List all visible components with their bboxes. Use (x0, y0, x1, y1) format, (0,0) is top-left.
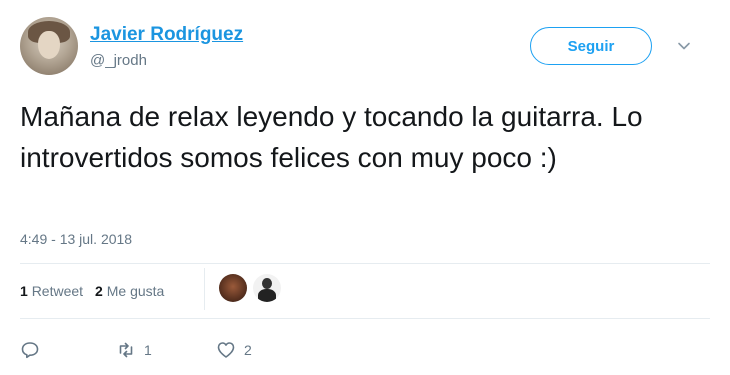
liker-avatar-head (262, 278, 272, 289)
retweet-stat-count: 1 (20, 283, 28, 299)
liker-avatar[interactable] (253, 274, 281, 302)
follow-button[interactable]: Seguir (530, 27, 652, 65)
reply-action[interactable] (20, 340, 40, 360)
retweet-stat[interactable]: 1 Retweet (20, 283, 83, 299)
like-stat[interactable]: 2 Me gusta (95, 283, 164, 299)
author-avatar[interactable] (20, 17, 78, 75)
retweet-action-count: 1 (144, 342, 152, 358)
like-action[interactable]: 2 (216, 340, 252, 360)
divider (20, 263, 710, 264)
author-handle: @_jrodh (90, 52, 147, 69)
divider (20, 318, 710, 319)
avatar-face (38, 31, 60, 59)
author-display-name[interactable]: Javier Rodríguez (90, 24, 243, 46)
stats-separator (204, 268, 205, 310)
tweet-stats: 1 Retweet 2 Me gusta (20, 283, 164, 299)
heart-icon (217, 342, 235, 358)
liker-avatar[interactable] (219, 274, 247, 302)
like-action-count: 2 (244, 342, 252, 358)
retweet-action[interactable]: 1 (116, 340, 152, 360)
retweet-stat-label: Retweet (31, 283, 84, 299)
like-stat-count: 2 (95, 283, 103, 299)
reply-icon (21, 342, 39, 359)
like-stat-label: Me gusta (106, 283, 165, 299)
chevron-down-icon[interactable] (676, 38, 692, 54)
follow-button-label: Seguir (567, 37, 615, 55)
retweet-icon (119, 342, 133, 358)
tweet-text: Mañana de relax leyendo y tocando la gui… (20, 101, 643, 173)
liker-avatar-body (258, 289, 276, 302)
tweet-timestamp[interactable]: 4:49 - 13 jul. 2018 (20, 231, 132, 247)
